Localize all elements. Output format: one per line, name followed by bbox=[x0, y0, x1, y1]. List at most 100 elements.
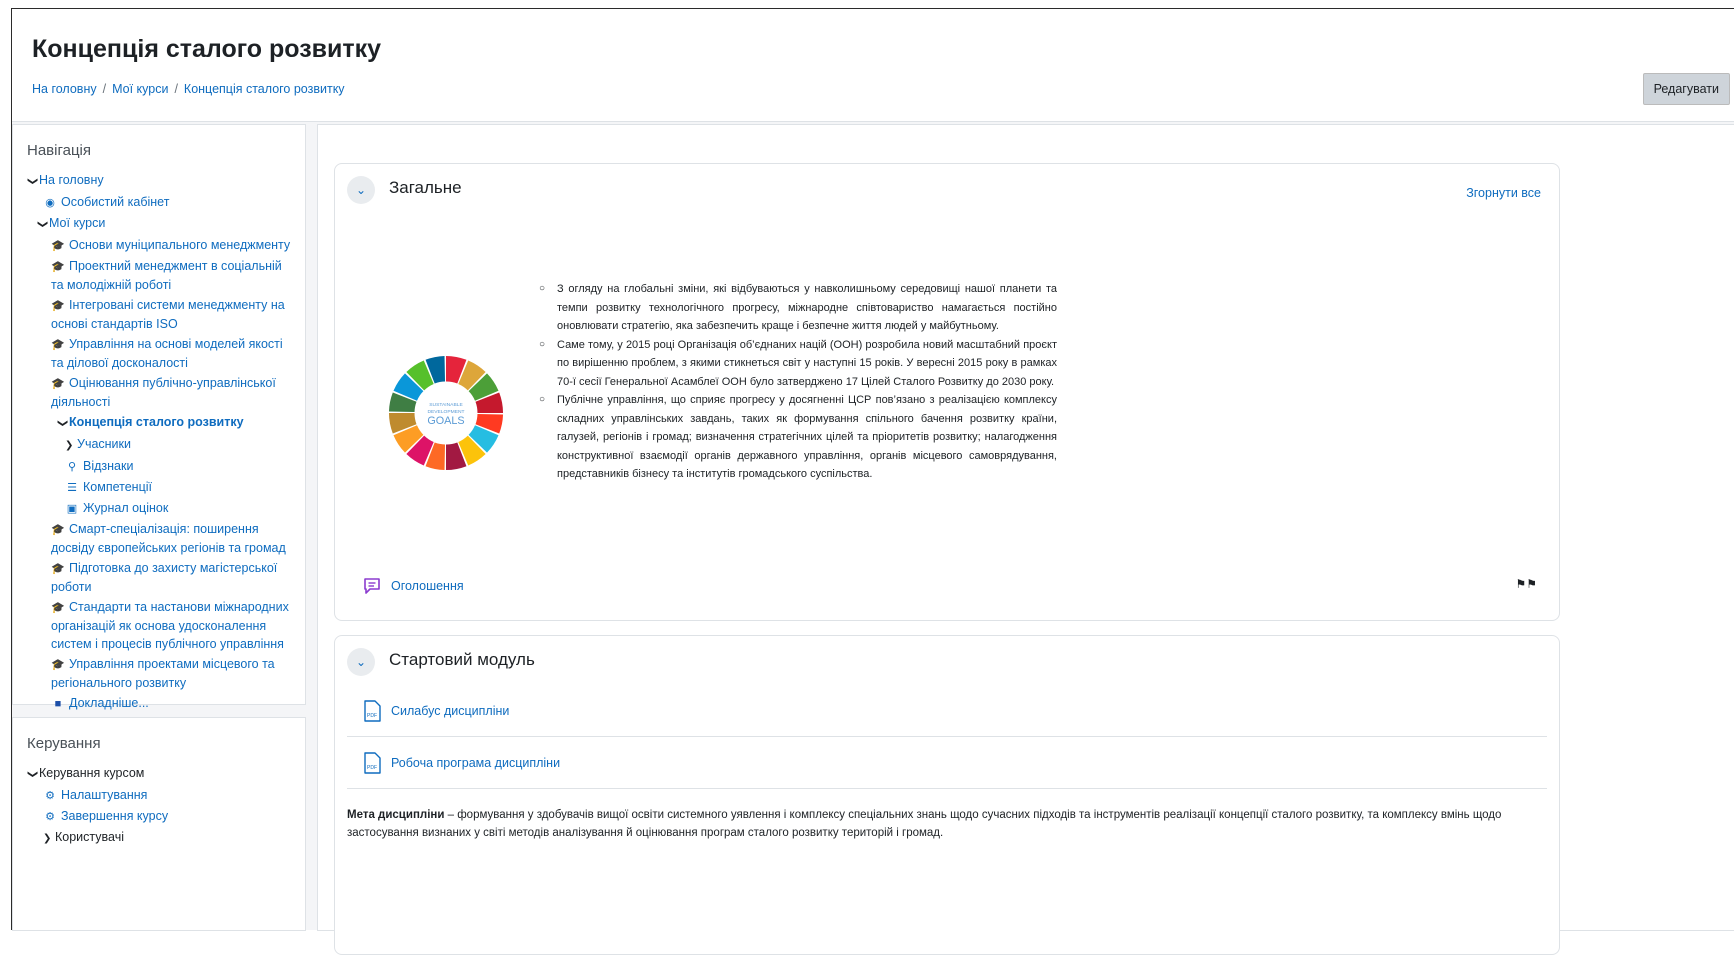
nav-course-item[interactable]: 🎓 Проектний менеджмент в соціальній та мо… bbox=[27, 257, 297, 294]
list-check-icon: ☰ bbox=[67, 482, 77, 494]
nav-course-item[interactable]: 🎓 Підготовка до захисту магістерської роб… bbox=[27, 559, 297, 596]
sdg-logo-image: SUSTAINABLE DEVELOPMENT GOALS bbox=[388, 355, 504, 471]
intro-bullet-text: Саме тому, у 2015 році Організація об’єд… bbox=[557, 338, 1057, 388]
admin-users-label[interactable]: Користувачі bbox=[55, 830, 124, 844]
nav-course-label[interactable]: Стандарти та настанови міжнародних орган… bbox=[51, 600, 289, 651]
chevron-down-icon: ❯ bbox=[27, 770, 38, 779]
chevron-down-icon: ⌄ bbox=[355, 183, 367, 197]
nav-course-item[interactable]: 🎓 Управління на основі моделей якості та … bbox=[27, 335, 297, 372]
course-aim: Мета дисципліни – формування у здобувачі… bbox=[347, 806, 1519, 842]
admin-settings[interactable]: ⚙ Налаштування bbox=[27, 786, 297, 805]
chevron-down-icon: ⌄ bbox=[355, 655, 367, 669]
activity-work-program-label[interactable]: Робоча програма дисципліни bbox=[391, 756, 560, 770]
intro-bullet: ○ З огляду на глобальні зміни, які відбув… bbox=[539, 280, 1057, 336]
collapse-all-link[interactable]: Згорнути все bbox=[1466, 186, 1541, 200]
nav-home[interactable]: ❯На головну bbox=[27, 171, 297, 191]
nav-course-item[interactable]: 🎓 Оцінювання публічно-управлінської діяль… bbox=[27, 374, 297, 411]
edit-button[interactable]: Редагувати bbox=[1642, 73, 1730, 105]
pdf-file-icon: PDF bbox=[361, 700, 383, 722]
page-frame: Концепція сталого розвитку На головну / … bbox=[11, 8, 1734, 955]
main-content: ⌄ Загальне Згорнути все SUSTAINABLE DEVE… bbox=[317, 124, 1734, 955]
nav-course-label[interactable]: Інтегровані системи менеджменту на основ… bbox=[51, 298, 285, 331]
page-title: Концепція сталого розвитку bbox=[32, 35, 382, 63]
svg-text:PDF: PDF bbox=[367, 713, 377, 719]
activity-syllabus-label[interactable]: Силабус дисципліни bbox=[391, 704, 509, 718]
bullet-circle-icon: ○ bbox=[539, 394, 546, 405]
bullet-circle-icon: ○ bbox=[539, 338, 546, 350]
nav-participants-label[interactable]: Учасники bbox=[77, 437, 131, 451]
grades-icon: ▣ bbox=[66, 503, 78, 515]
logo-text: GOALS bbox=[427, 415, 464, 427]
graduation-cap-icon: 🎓 bbox=[51, 524, 65, 536]
section-collapse-button[interactable]: ⌄ bbox=[347, 648, 375, 676]
breadcrumb-separator: / bbox=[174, 82, 178, 96]
nav-course-item[interactable]: 🎓 Інтегровані системи менеджменту на осно… bbox=[27, 296, 297, 333]
graduation-cap-icon: 🎓 bbox=[51, 300, 65, 312]
nav-my-courses[interactable]: ❯Мої курси bbox=[27, 214, 297, 234]
nav-badges[interactable]: ⚲ Відзнаки bbox=[27, 457, 297, 476]
nav-course-label[interactable]: Смарт-спеціалізація: поширення досвіду є… bbox=[51, 522, 286, 555]
breadcrumb-home[interactable]: На головну bbox=[32, 82, 97, 96]
activity-announcements[interactable]: Оголошення bbox=[361, 575, 464, 597]
nav-course-label[interactable]: Підготовка до захисту магістерської робо… bbox=[51, 561, 277, 594]
admin-users[interactable]: ❯ Користувачі bbox=[27, 828, 297, 848]
activity-syllabus[interactable]: PDF Силабус дисципліни bbox=[361, 700, 509, 722]
administration-block-title: Керування bbox=[27, 735, 101, 752]
nav-course-item[interactable]: 🎓 Смарт-спеціалізація: поширення досвіду … bbox=[27, 520, 297, 557]
graduation-cap-icon: 🎓 bbox=[51, 378, 65, 390]
nav-more-label[interactable]: Докладніше... bbox=[69, 696, 149, 710]
nav-competencies-label[interactable]: Компетенції bbox=[83, 480, 152, 494]
nav-current-course[interactable]: ❯Концепція сталого розвитку bbox=[27, 413, 297, 433]
course-aim-text: – формування у здобувачів вищої освіти с… bbox=[347, 809, 1502, 839]
admin-course-completion[interactable]: ⚙ Завершення курсу bbox=[27, 807, 297, 826]
nav-course-label[interactable]: Управління проектами місцевого та регіон… bbox=[51, 657, 275, 690]
group-mode-icon[interactable]: ⚑⚑ bbox=[1515, 577, 1537, 591]
section-title: Стартовий модуль bbox=[389, 650, 535, 669]
activity-divider bbox=[347, 788, 1547, 789]
forum-icon bbox=[361, 575, 383, 597]
nav-grades[interactable]: ▣ Журнал оцінок bbox=[27, 499, 297, 518]
intro-bullet-list: ○ З огляду на глобальні зміни, які відбув… bbox=[539, 280, 1057, 484]
nav-competencies[interactable]: ☰ Компетенції bbox=[27, 478, 297, 497]
nav-grades-label[interactable]: Журнал оцінок bbox=[83, 501, 168, 515]
intro-bullet: ○ Саме тому, у 2015 році Організація об’є… bbox=[539, 336, 1057, 392]
nav-home-label[interactable]: На головну bbox=[39, 173, 104, 187]
nav-dashboard-label[interactable]: Особистий кабінет bbox=[61, 195, 169, 209]
nav-current-course-label[interactable]: Концепція сталого розвитку bbox=[69, 415, 244, 429]
nav-course-item[interactable]: 🎓 Основи муніципального менеджменту bbox=[27, 236, 297, 255]
chevron-right-icon: ❯ bbox=[43, 833, 52, 844]
course-aim-label: Мета дисципліни bbox=[347, 809, 445, 821]
admin-course-admin[interactable]: ❯Керування курсом bbox=[27, 764, 297, 784]
activity-announcements-label[interactable]: Оголошення bbox=[391, 579, 464, 593]
graduation-cap-icon: 🎓 bbox=[51, 563, 65, 575]
nav-course-label[interactable]: Проектний менеджмент в соціальній та мол… bbox=[51, 259, 282, 292]
section-general: ⌄ Загальне Згорнути все SUSTAINABLE DEVE… bbox=[334, 163, 1560, 621]
admin-course-completion-label[interactable]: Завершення курсу bbox=[61, 809, 168, 823]
admin-course-admin-label[interactable]: Керування курсом bbox=[39, 766, 144, 780]
nav-course-label[interactable]: Управління на основі моделей якості та д… bbox=[51, 337, 283, 370]
nav-more[interactable]: ■ Докладніше... bbox=[27, 694, 297, 713]
nav-course-label[interactable]: Оцінювання публічно-управлінської діяльн… bbox=[51, 376, 276, 409]
breadcrumb-my-courses[interactable]: Мої курси bbox=[112, 82, 168, 96]
nav-course-item[interactable]: 🎓 Управління проектами місцевого та регіо… bbox=[27, 655, 297, 692]
activity-work-program[interactable]: PDF Робоча програма дисципліни bbox=[361, 752, 560, 774]
nav-badges-label[interactable]: Відзнаки bbox=[83, 459, 133, 473]
gear-icon: ⚙ bbox=[45, 811, 55, 823]
bullet-circle-icon: ○ bbox=[539, 283, 546, 294]
activity-divider bbox=[347, 736, 1547, 737]
nav-my-courses-label[interactable]: Мої курси bbox=[49, 216, 105, 230]
nav-dashboard[interactable]: ◉ Особистий кабінет bbox=[27, 193, 297, 212]
nav-course-label[interactable]: Основи муніципального менеджменту bbox=[69, 238, 290, 252]
nav-course-item[interactable]: 🎓 Стандарти та настанови міжнародних орга… bbox=[27, 598, 297, 653]
section-collapse-button[interactable]: ⌄ bbox=[347, 176, 375, 204]
intro-bullet: ○ Публічне управління, що сприяє прогресу… bbox=[539, 391, 1057, 484]
intro-bullet-text: Публічне управління, що сприяє прогресу … bbox=[557, 394, 1057, 480]
graduation-cap-icon: 🎓 bbox=[51, 602, 65, 614]
breadcrumb: На головну / Мої курси / Концепція стало… bbox=[32, 82, 345, 96]
breadcrumb-course[interactable]: Концепція сталого розвитку bbox=[184, 82, 345, 96]
chevron-right-icon: ❯ bbox=[65, 440, 74, 451]
intro-bullet-text: З огляду на глобальні зміни, які відбува… bbox=[557, 283, 1057, 332]
admin-settings-label[interactable]: Налаштування bbox=[61, 788, 147, 802]
administration-block: Керування ❯Керування курсом ⚙ Налаштуванн… bbox=[12, 717, 306, 931]
nav-participants[interactable]: ❯ Учасники bbox=[27, 435, 297, 455]
